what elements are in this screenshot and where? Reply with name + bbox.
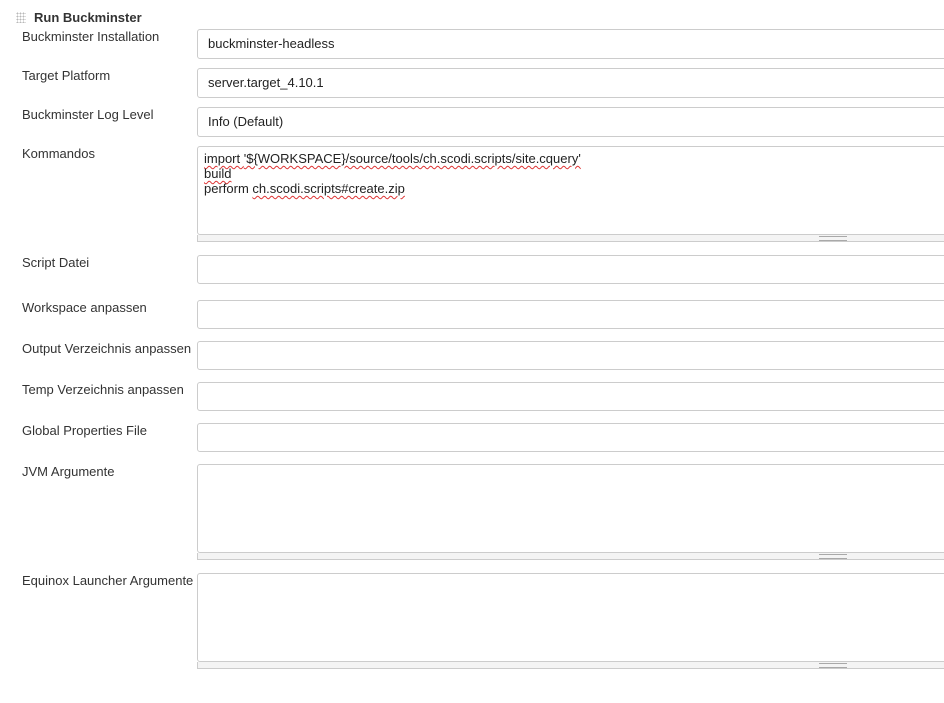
temp-dir-input[interactable]: [197, 382, 944, 411]
global-props-label: Global Properties File: [22, 423, 147, 438]
kommandos-line: import '${WORKSPACE}/source/tools/ch.sco…: [204, 151, 944, 166]
output-dir-label: Output Verzeichnis anpassen: [22, 341, 192, 356]
kommandos-keyword: perform: [204, 181, 253, 196]
jvm-args-label: JVM Argumente: [22, 464, 115, 479]
kommandos-build: build: [204, 166, 232, 181]
workspace-label: Workspace anpassen: [22, 300, 147, 315]
kommandos-textarea[interactable]: import '${WORKSPACE}/source/tools/ch.sco…: [197, 146, 944, 235]
jvm-args-textarea[interactable]: [197, 464, 944, 553]
global-props-input[interactable]: [197, 423, 944, 452]
drag-handle-icon[interactable]: [16, 11, 26, 23]
jvm-args-resize-handle[interactable]: [197, 553, 944, 560]
kommandos-line: build: [204, 166, 944, 181]
installation-label: Buckminster Installation: [22, 29, 160, 44]
installation-select[interactable]: buckminster-headless: [197, 29, 944, 59]
log-level-label: Buckminster Log Level: [22, 107, 154, 122]
resize-grip-icon: [819, 663, 847, 668]
temp-dir-label: Temp Verzeichnis anpassen: [22, 382, 184, 397]
kommandos-line: perform ch.scodi.scripts#create.zip: [204, 181, 944, 196]
resize-grip-icon: [819, 236, 847, 241]
equinox-args-textarea[interactable]: [197, 573, 944, 662]
workspace-input[interactable]: [197, 300, 944, 329]
kommandos-path: '${WORKSPACE}/source/tools/ch.scodi.scri…: [243, 151, 581, 166]
kommandos-keyword: import: [204, 151, 244, 166]
kommandos-resize-handle[interactable]: [197, 235, 944, 242]
script-datei-input[interactable]: [197, 255, 944, 284]
equinox-args-label: Equinox Launcher Argumente: [22, 573, 194, 588]
target-platform-label: Target Platform: [22, 68, 111, 83]
section-header: Run Buckminster: [16, 9, 142, 25]
kommandos-label: Kommandos: [22, 146, 95, 161]
resize-grip-icon: [819, 554, 847, 559]
equinox-args-resize-handle[interactable]: [197, 662, 944, 669]
log-level-select[interactable]: Info (Default): [197, 107, 944, 137]
kommandos-target: ch.scodi.scripts#create.zip: [252, 181, 405, 196]
output-dir-input[interactable]: [197, 341, 944, 370]
section-title: Run Buckminster: [34, 9, 142, 25]
script-datei-label: Script Datei: [22, 255, 90, 270]
target-platform-select[interactable]: server.target_4.10.1: [197, 68, 944, 98]
